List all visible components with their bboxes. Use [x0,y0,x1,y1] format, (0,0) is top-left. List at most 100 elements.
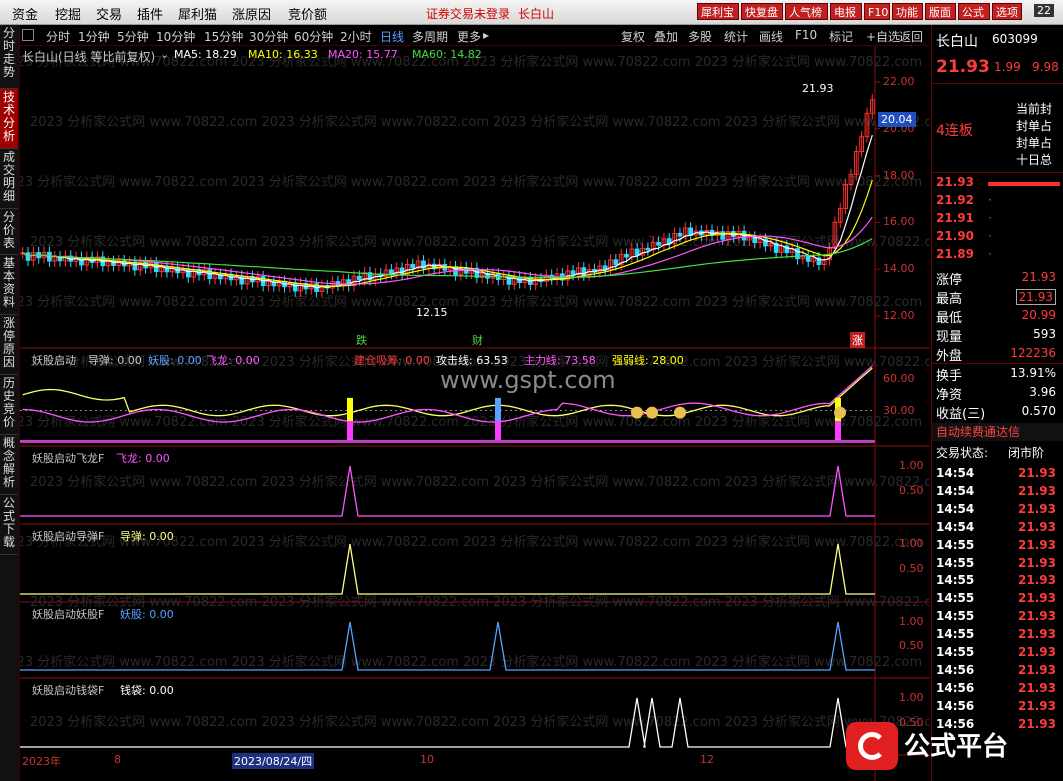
book-price: 21.93 [936,175,974,189]
period-tab[interactable]: 15分钟 [204,28,243,45]
tick-price: 21.93 [1018,609,1056,624]
menu-item[interactable]: 犀利猫 [178,4,217,23]
left-tab[interactable]: 基本资料 [0,255,18,315]
date-month: 12 [700,753,714,766]
tick-price: 21.93 [1018,501,1056,516]
candle-body [624,253,629,258]
tool-button[interactable]: F10 [795,28,817,42]
stat-label: 净资 [936,388,963,403]
event-marker[interactable]: 跌 [356,332,367,348]
price-change: 1.99 [994,60,1021,74]
tool-button[interactable]: 返回 [899,28,923,45]
period-tab[interactable]: 更多 [457,28,481,45]
more-arrow-icon[interactable]: ▸ [483,28,489,42]
event-marker[interactable]: 财 [472,332,483,348]
limit-up-box: 4连板 当前封 封单占 封单占 十日总 [932,83,1063,173]
menu-item[interactable]: 竞价额 [288,4,327,23]
limit-tag: 封单占 [1016,119,1053,133]
top-button[interactable]: 快复盘 [741,3,783,20]
y-tick-label: 18.00 [883,168,915,182]
period-tab[interactable]: 30分钟 [249,28,288,45]
left-tab[interactable]: 分时走势 [0,25,18,89]
period-tab[interactable]: 日线 [380,28,404,45]
book-price: 21.89 [936,247,974,261]
tick-time: 14:54 [936,519,975,534]
left-tab[interactable]: 成交明细 [0,149,18,209]
ma-label: MA5: 18.29 [174,48,237,61]
menu-square-icon[interactable] [22,29,34,41]
tool-button[interactable]: 叠加 [654,28,678,45]
signal-bar [495,421,501,440]
top-button[interactable]: 犀利宝 [697,3,739,20]
y-tick-label: 14.00 [883,262,915,276]
tool-button[interactable]: 画线 [759,28,783,45]
notice-stock[interactable]: 长白山 [518,5,554,22]
period-tab[interactable]: 多周期 [412,28,448,45]
bg-watermark: 2023 分析家公式网 www.70822.com 2023 分析家公式网 ww… [20,414,922,430]
status-label: 交易状态: [936,446,989,460]
tick-price: 21.93 [1018,483,1056,498]
candle-body [389,269,394,274]
quote-panel: 长白山 603099 21.93 1.99 9.98 4连板 当前封 封单占 封单占… [931,25,1063,781]
menu-item[interactable]: 涨原因 [232,4,271,23]
menu-item[interactable]: 插件 [137,4,163,23]
bg-watermark: 2023 分析家公式网 www.70822.com 2023 分析家公式网 ww… [30,714,930,730]
board-count: 4连板 [936,123,973,139]
menu-item[interactable]: 交易 [96,4,122,23]
left-tab[interactable]: 公式下载 [0,495,18,555]
tick-price: 21.93 [1018,698,1056,713]
book-price: 21.91 [936,211,974,225]
top-button[interactable]: F10 [864,3,890,20]
bg-watermark: 2023 分析家公式网 www.70822.com 2023 分析家公式网 ww… [30,474,930,490]
chart-area[interactable]: 2023 分析家公式网 www.70822.com 2023 分析家公式网 ww… [20,46,930,781]
left-tab[interactable]: 技术分析 [0,89,18,149]
stat-label: 外盘 [936,349,963,364]
period-tab[interactable]: 5分钟 [117,28,149,45]
price-marker: 20.04 [878,112,916,127]
period-tab[interactable]: 分时 [46,28,70,45]
period-tab[interactable]: 10分钟 [156,28,195,45]
tool-button[interactable]: 复权 [621,28,645,45]
top-button[interactable]: 功能 [892,3,923,20]
left-tab[interactable]: 涨停原因 [0,315,18,375]
ma-label: MA10: 16.33 [248,48,318,61]
period-tab[interactable]: 1分钟 [78,28,110,45]
tick-time: 14:55 [936,537,975,552]
top-button[interactable]: 公式 [958,3,990,20]
sub-panel-title: 妖股启动钱袋F [32,684,105,697]
book-price: 21.92 [936,193,974,207]
tick-price: 21.93 [1018,645,1056,659]
scroll-notice: 自动续费通达信 [932,423,1063,441]
ma-label: MA60: 14.82 [412,48,482,61]
sub-panel-value: 导弹: 0.00 [120,530,174,543]
stat-label: 收益(三) [936,407,986,422]
sub-panel-title: 妖股启动导弹F [32,530,105,543]
tick-time: 14:54 [936,501,975,516]
tool-button[interactable]: 统计 [724,28,748,45]
tool-button[interactable]: 多股 [688,28,712,45]
left-tab[interactable]: 分价表 [0,209,18,255]
y-tick-label: 60.00 [883,372,915,385]
left-tab[interactable]: 历史竞价 [0,375,18,435]
high-price-label: 21.93 [802,82,834,95]
top-button[interactable]: 电报 [830,3,862,20]
stat-label: 现量 [936,330,963,345]
left-tab[interactable]: 概念解析 [0,435,18,495]
period-tab[interactable]: 60分钟 [294,28,333,45]
top-button[interactable]: 人气榜 [785,3,828,20]
menu-item[interactable]: 资金 [12,4,38,23]
tick-time: 14:56 [936,662,975,677]
chevron-down-icon[interactable]: ⌄ [160,48,169,61]
event-marker[interactable]: 涨 [850,332,865,348]
tick-price: 21.93 [1018,555,1056,570]
menu-item[interactable]: 挖掘 [55,4,81,23]
candle-body [356,275,362,281]
tool-button[interactable]: 标记 [829,28,853,45]
last-price: 21.93 [936,57,990,77]
tick-time: 14:55 [936,591,975,606]
top-button[interactable]: 版面 [925,3,956,20]
top-button[interactable]: 选项 [992,3,1022,20]
period-tab[interactable]: 2小时 [340,28,372,45]
tool-button[interactable]: +自选 [866,28,900,45]
indicator-value: 妖股: 0.00 [148,354,202,367]
